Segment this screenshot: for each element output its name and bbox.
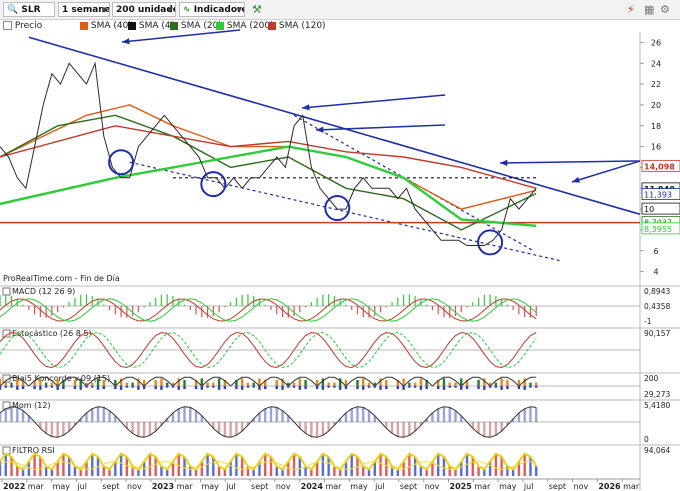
price-label: 14,098 — [644, 162, 675, 171]
x-tick-label: nov — [574, 482, 589, 491]
y-tick-label: 0,8943 — [644, 287, 670, 296]
x-tick-label: sept — [102, 482, 119, 491]
y-tick-label: -1 — [644, 317, 652, 326]
x-tick-label: 2022 — [3, 482, 25, 491]
y-tick-label: 29,273 — [644, 390, 670, 399]
x-tick-label: 2023 — [152, 482, 174, 491]
x-tick-label: mar — [474, 482, 491, 491]
y-tick-label: 22 — [651, 80, 661, 89]
x-tick-label: mar — [177, 482, 194, 491]
x-tick-label: may — [201, 482, 219, 491]
y-tick-label: 6 — [653, 247, 658, 256]
x-tick-label: jul — [523, 482, 534, 491]
panel-title: MACD (12 26 9) — [12, 287, 75, 296]
y-tick-label: 16 — [651, 143, 661, 152]
x-tick-label: sept — [251, 482, 268, 491]
x-tick-label: may — [350, 482, 368, 491]
y-tick-label: 26 — [651, 38, 661, 47]
panel-title: FILTRO RSI — [12, 446, 55, 455]
price-label: 8,3955 — [644, 225, 672, 234]
y-tick-label: 24 — [651, 59, 661, 68]
x-tick-label: sept — [549, 482, 566, 491]
x-tick-label: nov — [425, 482, 440, 491]
y-tick-label: 18 — [651, 122, 661, 131]
attribution-text: ProRealTime.com - Fin de Día — [3, 274, 120, 283]
x-tick-label: jul — [225, 482, 236, 491]
x-tick-label: 2025 — [450, 482, 473, 491]
x-tick-label: may — [53, 482, 71, 491]
price-label: 11,393 — [644, 191, 672, 200]
y-tick-label: 0,4358 — [644, 302, 670, 311]
x-tick-label: mar — [28, 482, 45, 491]
price-label: 10 — [644, 205, 654, 214]
x-tick-label: 2024 — [301, 482, 324, 491]
y-tick-label: 90,157 — [644, 329, 670, 338]
y-tick-label: 4 — [653, 268, 658, 277]
y-tick-label: 200 — [644, 374, 659, 383]
x-tick-label: may — [499, 482, 517, 491]
x-tick-label: nov — [127, 482, 142, 491]
x-tick-label: nov — [276, 482, 291, 491]
x-tick-label: jul — [76, 482, 87, 491]
x-tick-label: jul — [374, 482, 385, 491]
y-tick-label: 5,4180 — [644, 401, 670, 410]
x-tick-label: mar — [623, 482, 640, 491]
chart-canvas[interactable]: 26242220181614121086414,09811,94011,3931… — [0, 0, 680, 491]
x-tick-label: 2026 — [598, 482, 621, 491]
x-tick-label: mar — [325, 482, 342, 491]
panel-toggle-icon — [2, 287, 11, 296]
y-tick-label: 20 — [651, 101, 661, 110]
y-tick-label: 94,064 — [644, 446, 670, 455]
y-tick-label: 0 — [644, 435, 649, 444]
x-tick-label: sept — [400, 482, 417, 491]
